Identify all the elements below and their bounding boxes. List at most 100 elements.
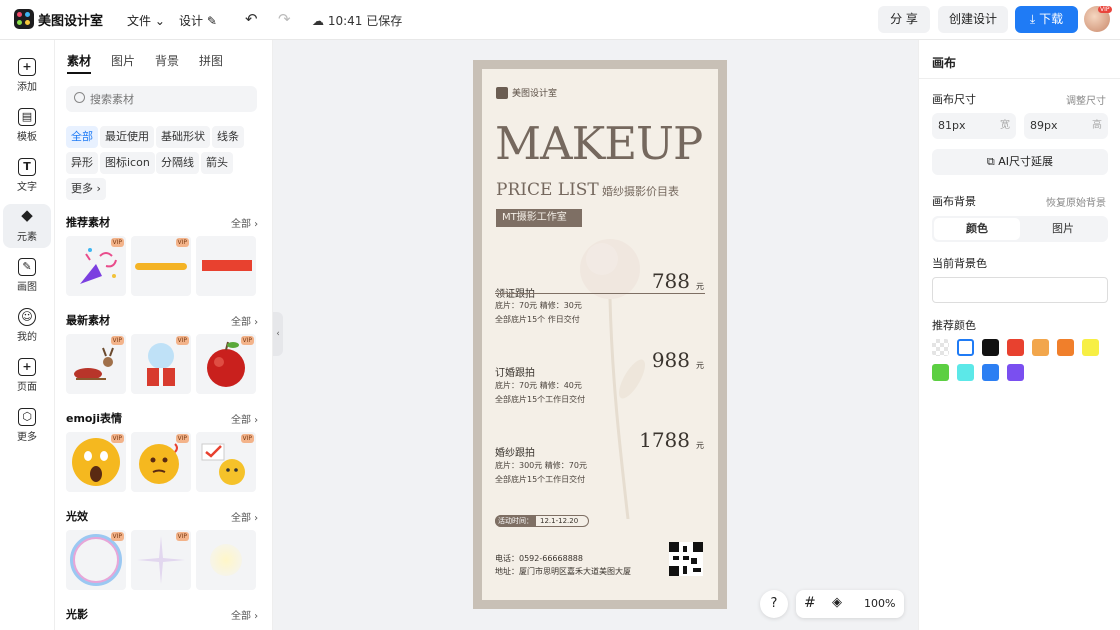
divider xyxy=(495,293,705,294)
rail-item-more[interactable]: ⬡ 更多 xyxy=(3,404,51,448)
file-menu-label: 文件 xyxy=(127,14,152,28)
package-detail: 全部底片15个工作日交付 xyxy=(495,395,586,404)
rail-item-text[interactable]: T 文字 xyxy=(3,154,51,198)
cube-icon: ⬡ xyxy=(18,408,36,426)
redo-icon[interactable]: ↷ xyxy=(278,10,291,28)
see-all-link[interactable]: 全部 › xyxy=(231,509,258,524)
vip-badge: VIP xyxy=(240,336,254,345)
design-canvas[interactable]: 美图设计室 MAKEUP PRICE LIST 婚纱摄影价目表 MT摄影工作室 … xyxy=(473,60,727,609)
rail-item-elements[interactable]: ◆ 元素 xyxy=(3,204,51,248)
color-swatch-transparent[interactable] xyxy=(932,339,949,356)
layers-icon[interactable]: ◈ xyxy=(832,595,842,610)
see-all-link[interactable]: 全部 › xyxy=(231,607,258,622)
resize-link[interactable]: 调整尺寸 xyxy=(1066,92,1106,107)
chip-lines[interactable]: 线条 xyxy=(212,126,244,148)
color-swatch-yellow[interactable] xyxy=(1082,339,1099,356)
poster-subtitle: 婚纱摄影价目表 xyxy=(602,185,679,198)
material-thumb[interactable]: VIP xyxy=(131,530,191,590)
see-all-label: 全部 xyxy=(231,317,251,328)
chip-all[interactable]: 全部 xyxy=(66,126,98,148)
package-detail: 底片：70元 精修：30元 xyxy=(495,301,582,310)
seg-color[interactable]: 颜色 xyxy=(934,218,1020,240)
material-thumb[interactable]: VIP xyxy=(66,334,126,394)
see-all-link[interactable]: 全部 › xyxy=(231,313,258,328)
undo-icon[interactable]: ↶ xyxy=(245,10,258,28)
collapse-panel-button[interactable]: ‹ xyxy=(273,312,283,356)
color-swatch-blue[interactable] xyxy=(982,364,999,381)
left-rail: + 添加 ▤ 模板 T 文字 ◆ 元素 ✎ 画图 ☺ 我的 + 页面 ⬡ 更多 xyxy=(0,40,55,630)
share-button[interactable]: 分 享 xyxy=(878,6,930,33)
package-detail: 全部底片15个工作日交付 xyxy=(495,475,586,484)
create-design-button[interactable]: 创建设计 xyxy=(938,6,1008,33)
color-swatch-purple[interactable] xyxy=(1007,364,1024,381)
current-bg-color-swatch[interactable] xyxy=(932,277,1108,303)
download-button[interactable]: ⤓ 下载 xyxy=(1015,6,1078,33)
canvas-bg-label: 画布背景 xyxy=(932,195,976,208)
chip-arrows[interactable]: 箭头 xyxy=(201,152,233,174)
material-thumb[interactable]: VIP xyxy=(66,432,126,492)
width-field[interactable]: 81px 宽 xyxy=(932,113,1016,139)
tab-collage[interactable]: 拼图 xyxy=(199,52,223,74)
file-menu[interactable]: 文件 ⌄ xyxy=(127,12,165,29)
package-price: 988 xyxy=(651,348,690,372)
tab-backgrounds[interactable]: 背景 xyxy=(155,52,179,74)
color-swatch-black[interactable] xyxy=(982,339,999,356)
rail-item-add[interactable]: + 添加 xyxy=(3,54,51,98)
poster-event-period: 活动时间： 12.1-12.20 xyxy=(495,515,589,527)
material-thumb[interactable]: VIP xyxy=(131,432,191,492)
height-value: 89px xyxy=(1030,119,1058,132)
top-bar: 美图设计室 文件 ⌄ 设计 ✎ ↶ ↷ ☁ 10:41 已保存 分 享 创建设计… xyxy=(0,0,1120,40)
rail-item-templates[interactable]: ▤ 模板 xyxy=(3,104,51,148)
material-thumb[interactable]: VIP xyxy=(66,236,126,296)
color-swatch-amber[interactable] xyxy=(1032,339,1049,356)
search-input[interactable] xyxy=(90,90,250,108)
help-button[interactable]: ? xyxy=(760,590,788,618)
chip-dividers[interactable]: 分隔线 xyxy=(156,152,199,174)
material-thumb[interactable]: VIP xyxy=(131,236,191,296)
rail-item-label: 我的 xyxy=(17,332,37,343)
material-thumb[interactable]: VIP xyxy=(131,334,191,394)
rail-item-label: 页面 xyxy=(17,382,37,393)
see-all-link[interactable]: 全部 › xyxy=(231,411,258,426)
panel-title: 画布 xyxy=(932,56,957,70)
chip-irregular[interactable]: 异形 xyxy=(66,152,98,174)
ai-resize-icon: ⧉ xyxy=(986,155,995,168)
see-all-label: 全部 xyxy=(231,611,251,622)
ai-extend-button[interactable]: ⧉ AI尺寸延展 xyxy=(932,149,1108,175)
chip-more[interactable]: 更多 › xyxy=(66,178,106,200)
template-icon: ▤ xyxy=(18,108,36,126)
glow-shape xyxy=(210,544,242,576)
color-swatch-cyan[interactable] xyxy=(957,364,974,381)
chip-icons[interactable]: 图标icon xyxy=(100,152,155,174)
material-thumb[interactable]: VIP xyxy=(196,334,256,394)
material-thumb[interactable] xyxy=(196,236,256,296)
zoom-level[interactable]: 100% xyxy=(864,597,895,610)
restore-bg-link[interactable]: 恢复原始背景 xyxy=(1046,194,1106,209)
rail-item-label: 元素 xyxy=(17,232,37,243)
page-add-icon: + xyxy=(18,358,36,376)
section-title-recommended: 推荐素材 xyxy=(66,216,110,229)
color-swatch-orange[interactable] xyxy=(1057,339,1074,356)
design-menu[interactable]: 设计 ✎ xyxy=(179,12,217,29)
chip-basic-shapes[interactable]: 基础形状 xyxy=(156,126,210,148)
material-thumb[interactable]: VIP xyxy=(196,432,256,492)
height-field[interactable]: 89px 高 xyxy=(1024,113,1108,139)
material-thumb[interactable] xyxy=(196,530,256,590)
chip-recent[interactable]: 最近使用 xyxy=(100,126,154,148)
rail-item-pages[interactable]: + 页面 xyxy=(3,354,51,398)
color-swatch-red[interactable] xyxy=(1007,339,1024,356)
color-swatch-white[interactable] xyxy=(957,339,974,356)
material-thumb[interactable]: VIP xyxy=(66,530,126,590)
app-logo[interactable]: 美图设计室 xyxy=(14,9,103,29)
vip-badge: VIP xyxy=(175,532,189,541)
color-swatch-green[interactable] xyxy=(932,364,949,381)
grid-icon[interactable]: # xyxy=(804,595,816,611)
rail-item-mine[interactable]: ☺ 我的 xyxy=(3,304,51,348)
tab-materials[interactable]: 素材 xyxy=(67,52,92,74)
vip-badge: VIP xyxy=(175,238,189,247)
seg-image[interactable]: 图片 xyxy=(1020,218,1106,240)
see-all-link[interactable]: 全部 › xyxy=(231,215,258,230)
rail-item-draw[interactable]: ✎ 画图 xyxy=(3,254,51,298)
tab-images[interactable]: 图片 xyxy=(111,52,135,74)
qr-code-icon xyxy=(669,542,703,576)
